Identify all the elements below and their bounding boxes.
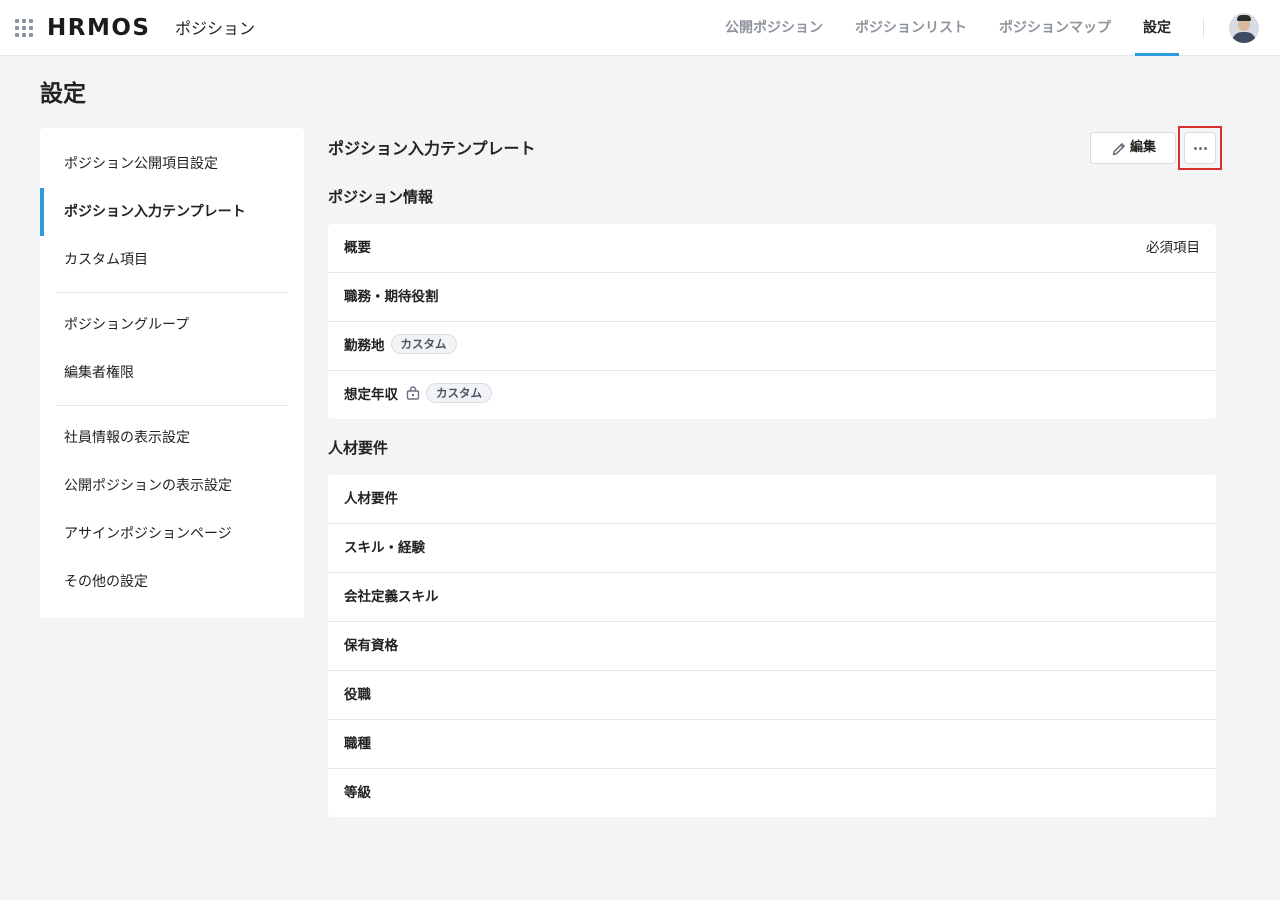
template-row: 勤務地 カスタム xyxy=(328,322,1216,371)
row-label: 勤務地 xyxy=(344,338,385,354)
template-row: 役職 xyxy=(328,671,1216,720)
sidebar-item-public-fields[interactable]: ポジション公開項目設定 xyxy=(40,140,304,188)
hrmos-logo[interactable]: HRMOS xyxy=(47,14,150,42)
edit-button-label: 編集 xyxy=(1130,140,1157,155)
template-row: 職務・期待役割 xyxy=(328,273,1216,322)
template-title: ポジション入力テンプレート xyxy=(328,139,536,158)
sidebar-divider xyxy=(56,405,288,406)
edit-button[interactable]: 編集 xyxy=(1090,132,1176,164)
row-label: 職務・期待役割 xyxy=(344,289,439,305)
template-row: 会社定義スキル xyxy=(328,573,1216,622)
template-row: スキル・経験 xyxy=(328,524,1216,573)
template-row: 等級 xyxy=(328,769,1216,817)
more-options-button[interactable] xyxy=(1184,132,1216,164)
nav-position-map[interactable]: ポジションマップ xyxy=(999,18,1111,38)
position-info-card: 概要 必須項目 職務・期待役割 勤務地 カスタム 想定年収 カスタム xyxy=(328,224,1216,419)
row-label: スキル・経験 xyxy=(344,540,425,556)
top-header: HRMOS ポジション 公開ポジション ポジションリスト ポジションマップ 設定 xyxy=(0,0,1280,56)
user-avatar[interactable] xyxy=(1229,13,1259,43)
required-label: 必須項目 xyxy=(1146,240,1200,256)
custom-badge: カスタム xyxy=(390,334,457,354)
row-label: 保有資格 xyxy=(344,638,398,654)
talent-requirements-card: 人材要件 スキル・経験 会社定義スキル 保有資格 役職 職種 等級 xyxy=(328,475,1216,817)
template-row: 概要 必須項目 xyxy=(328,224,1216,273)
row-label: 人材要件 xyxy=(344,491,398,507)
nav-active-indicator xyxy=(1135,53,1179,56)
app-grid-icon[interactable] xyxy=(15,19,33,37)
pencil-icon xyxy=(1112,143,1125,156)
section-title-position-info: ポジション情報 xyxy=(328,188,434,206)
row-label: 役職 xyxy=(344,687,371,703)
page-title: 設定 xyxy=(40,81,86,107)
nav-position-list[interactable]: ポジションリスト xyxy=(855,18,967,38)
template-row: 人材要件 xyxy=(328,475,1216,524)
settings-sidebar: ポジション公開項目設定 ポジション入力テンプレート カスタム項目 ポジショングル… xyxy=(40,128,304,618)
custom-badge: カスタム xyxy=(426,383,492,403)
sidebar-item-position-groups[interactable]: ポジショングループ xyxy=(40,301,304,349)
template-row: 保有資格 xyxy=(328,622,1216,671)
sidebar-item-other-settings[interactable]: その他の設定 xyxy=(40,558,304,606)
template-row: 職種 xyxy=(328,720,1216,769)
sidebar-item-employee-display[interactable]: 社員情報の表示設定 xyxy=(40,414,304,462)
template-row: 想定年収 カスタム xyxy=(328,371,1216,419)
row-label: 等級 xyxy=(344,785,371,801)
sidebar-item-editor-permissions[interactable]: 編集者権限 xyxy=(40,349,304,397)
section-title-talent-requirements: 人材要件 xyxy=(328,439,389,457)
lock-icon xyxy=(406,386,420,400)
sidebar-item-public-display[interactable]: 公開ポジションの表示設定 xyxy=(40,462,304,510)
sidebar-divider xyxy=(56,292,288,293)
sidebar-item-custom-fields[interactable]: カスタム項目 xyxy=(40,236,304,284)
nav-public-positions[interactable]: 公開ポジション xyxy=(725,18,823,38)
row-label: 職種 xyxy=(344,736,371,752)
nav-divider xyxy=(1203,18,1204,38)
row-label: 会社定義スキル xyxy=(344,589,439,605)
sidebar-item-input-template[interactable]: ポジション入力テンプレート xyxy=(40,188,304,236)
app-name: ポジション xyxy=(175,19,256,38)
row-label: 想定年収 xyxy=(344,387,398,403)
more-horizontal-icon xyxy=(1194,147,1197,150)
row-label: 概要 xyxy=(344,240,371,256)
nav-settings[interactable]: 設定 xyxy=(1143,18,1171,38)
sidebar-item-assign-page[interactable]: アサインポジションページ xyxy=(40,510,304,558)
